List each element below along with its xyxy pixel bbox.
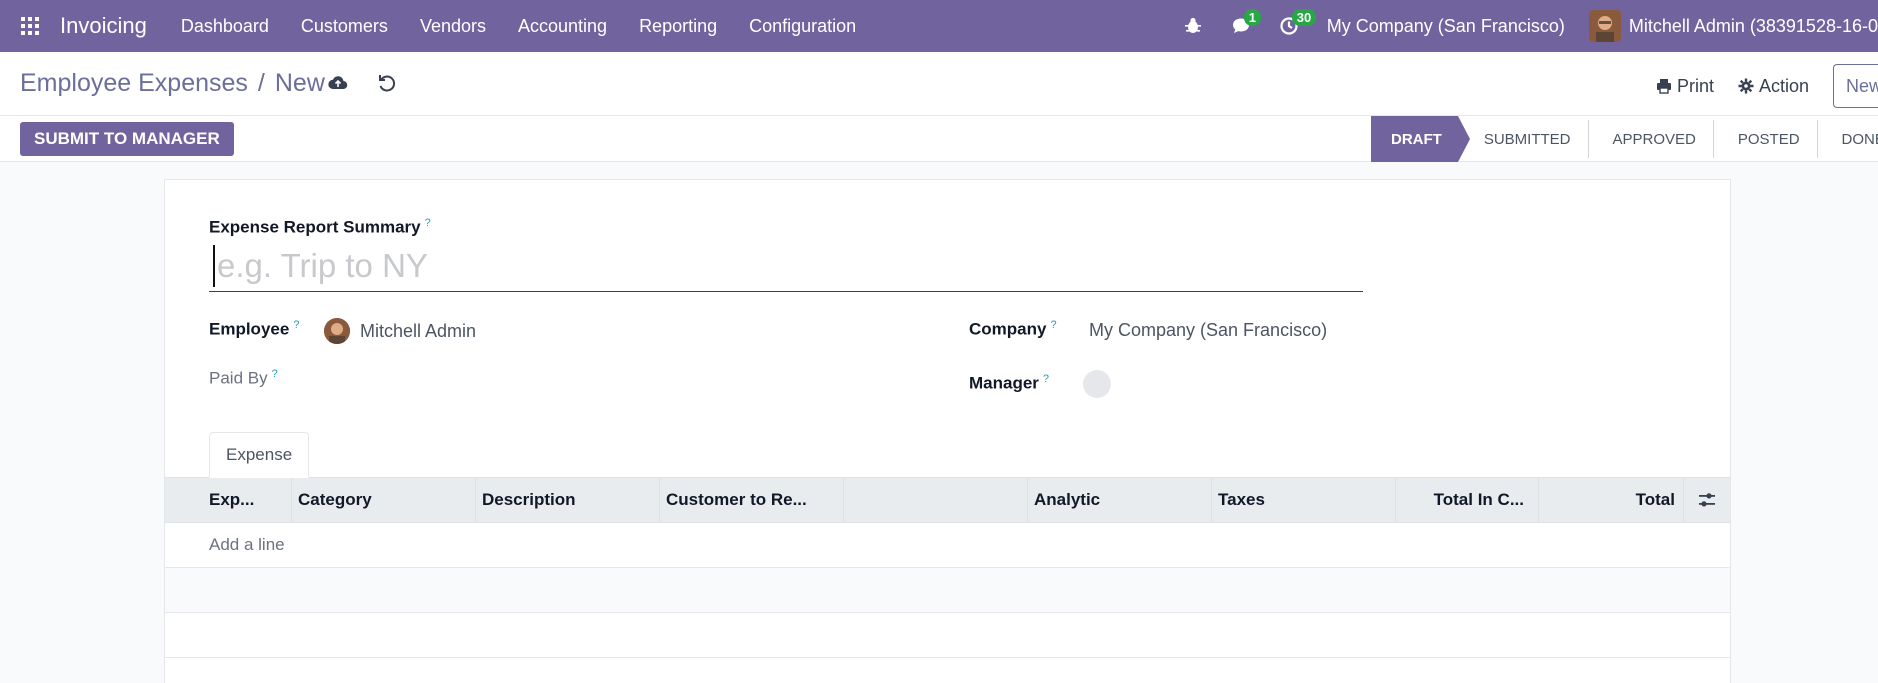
summary-placeholder: e.g. Trip to NY — [217, 246, 428, 284]
stage-submitted: SUBMITTED — [1458, 116, 1587, 162]
company-label-text: Company — [969, 319, 1047, 339]
employee-label-text: Employee — [209, 319, 290, 339]
col-blank — [844, 478, 1028, 522]
table-header: Exp... Category Description Customer to … — [165, 477, 1730, 523]
menu-configuration[interactable]: Configuration — [733, 0, 872, 52]
stage-posted: POSTED — [1712, 116, 1816, 162]
text-cursor — [213, 244, 215, 287]
col-analytic[interactable]: Analytic — [1028, 478, 1212, 522]
employee-field[interactable]: Mitchell Admin — [324, 318, 476, 344]
summary-label: Expense Report Summary? — [209, 217, 431, 238]
paid-by-label: Paid By? — [209, 368, 278, 389]
tab-expense[interactable]: Expense — [209, 432, 310, 478]
breadcrumb-separator: / — [257, 69, 265, 97]
manager-label: Manager? — [969, 373, 1049, 394]
stage-pipeline: DRAFT SUBMITTED APPROVED POSTED DONE — [1371, 116, 1878, 162]
company-label: Company? — [969, 319, 1057, 340]
stage-done: DONE — [1841, 130, 1878, 148]
breadcrumb-current: New — [274, 69, 325, 97]
action-button[interactable]: Action — [1726, 66, 1821, 106]
employee-label: Employee? — [209, 319, 299, 340]
activities-clock-icon[interactable]: 30 — [1265, 0, 1317, 52]
company-help[interactable]: ? — [1050, 319, 1056, 331]
employee-value: Mitchell Admin — [360, 320, 477, 341]
form-sheet: Expense Report Summary? e.g. Trip to NY … — [164, 179, 1731, 683]
col-total[interactable]: Total — [1539, 478, 1684, 522]
col-category[interactable]: Category — [292, 478, 476, 522]
col-taxes[interactable]: Taxes — [1212, 478, 1396, 522]
expense-lines-table: Exp... Category Description Customer to … — [165, 477, 1730, 658]
user-name: Mitchell Admin (38391528-16-0 — [1628, 15, 1878, 36]
top-navbar: Invoicing Dashboard Customers Vendors Ac… — [0, 0, 1878, 52]
paid-by-label-text: Paid By — [209, 368, 268, 388]
add-line-row[interactable]: Add a line — [165, 523, 1730, 568]
col-customer-to-reinvoice[interactable]: Customer to Re... — [660, 478, 844, 522]
activities-badge: 30 — [1291, 9, 1317, 26]
status-bar: SUBMIT TO MANAGER DRAFT SUBMITTED APPROV… — [0, 116, 1878, 162]
col-total-in-currency[interactable]: Total In C... — [1396, 478, 1539, 522]
print-label: Print — [1676, 75, 1714, 96]
save-cloud-icon[interactable] — [327, 72, 351, 96]
stage-draft: DRAFT — [1371, 116, 1470, 162]
manager-label-text: Manager — [969, 373, 1039, 393]
breadcrumb: Employee Expenses / New — [20, 69, 325, 98]
menu-customers[interactable]: Customers — [285, 0, 404, 52]
app-name[interactable]: Invoicing — [60, 13, 147, 39]
optional-columns-icon[interactable] — [1684, 478, 1730, 522]
employee-avatar — [324, 318, 350, 344]
company-switcher[interactable]: My Company (San Francisco) — [1313, 16, 1589, 37]
stage-approved: APPROVED — [1587, 116, 1712, 162]
breadcrumb-parent[interactable]: Employee Expenses — [20, 69, 248, 98]
add-line-link[interactable]: Add a line — [209, 535, 285, 555]
summary-help[interactable]: ? — [425, 217, 431, 229]
company-value[interactable]: My Company (San Francisco) — [1089, 320, 1327, 341]
manager-avatar-placeholder[interactable] — [1083, 370, 1111, 398]
menu-vendors[interactable]: Vendors — [404, 0, 502, 52]
app-menu-icon[interactable] — [0, 0, 60, 52]
print-button[interactable]: Print — [1644, 66, 1726, 106]
menu-dashboard[interactable]: Dashboard — [165, 0, 285, 52]
bug-icon[interactable] — [1169, 0, 1217, 52]
summary-input[interactable]: e.g. Trip to NY — [209, 240, 1363, 292]
control-panel: Employee Expenses / New Print Action New — [0, 52, 1878, 116]
employee-help[interactable]: ? — [293, 319, 299, 331]
user-menu[interactable]: Mitchell Admin (38391528-16-0 — [1588, 10, 1878, 42]
menu-accounting[interactable]: Accounting — [502, 0, 623, 52]
new-button[interactable]: New — [1833, 64, 1878, 108]
action-label: Action — [1758, 75, 1809, 96]
table-row — [165, 568, 1730, 613]
summary-label-text: Expense Report Summary — [209, 217, 421, 237]
manager-help[interactable]: ? — [1043, 373, 1049, 385]
user-avatar — [1588, 10, 1621, 42]
messages-icon[interactable]: 1 — [1217, 0, 1265, 52]
paid-by-help[interactable]: ? — [272, 368, 278, 380]
col-expense-date[interactable]: Exp... — [165, 478, 292, 522]
discard-undo-icon[interactable] — [376, 72, 400, 96]
submit-to-manager-button[interactable]: SUBMIT TO MANAGER — [20, 122, 234, 156]
table-row — [165, 613, 1730, 658]
messages-badge: 1 — [1243, 9, 1261, 26]
col-description[interactable]: Description — [476, 478, 660, 522]
menu-reporting[interactable]: Reporting — [623, 0, 733, 52]
